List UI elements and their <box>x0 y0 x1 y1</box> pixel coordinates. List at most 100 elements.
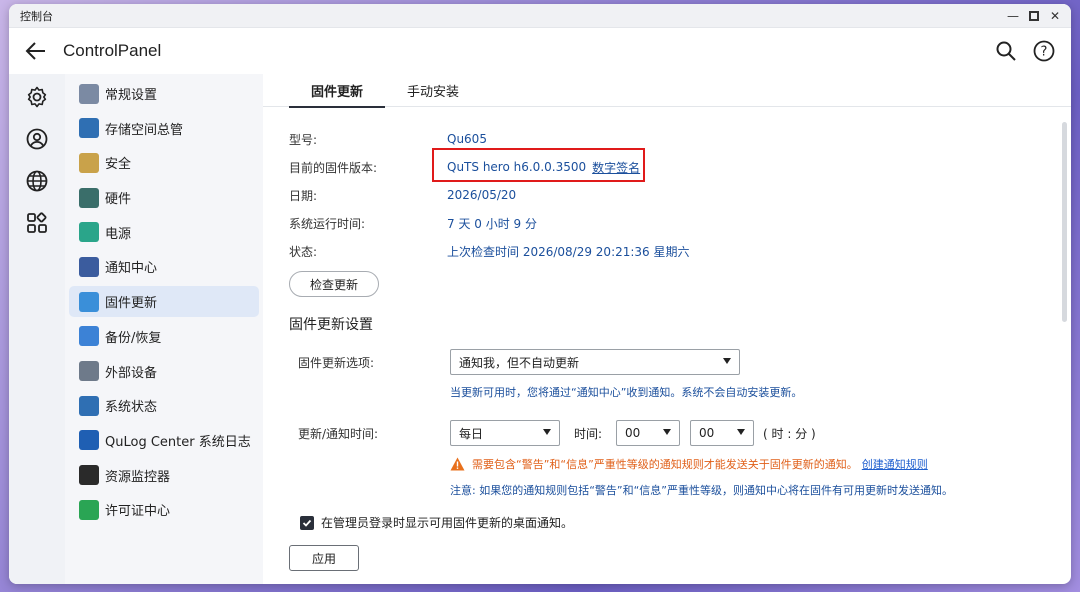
model-value: Qu605 <box>447 132 487 146</box>
rail-network[interactable] <box>9 162 65 204</box>
main-panel: 固件更新 手动安装 型号: Qu605 目前的固件版本: QuTS hero h… <box>263 74 1071 584</box>
rail-applications[interactable] <box>9 204 65 246</box>
hour-select[interactable]: 00 <box>616 420 681 446</box>
nav-item-label: 备份/恢复 <box>105 330 162 346</box>
category-rail <box>9 74 65 584</box>
nav-item[interactable]: 备份/恢复 <box>69 321 259 352</box>
notification-center-icon <box>79 256 99 277</box>
update-option-label: 固件更新选项: <box>298 355 375 370</box>
nav-item[interactable]: 硬件 <box>69 182 259 213</box>
user-circle-icon <box>25 127 49 155</box>
nav-item[interactable]: 固件更新 <box>69 286 259 318</box>
update-option-hint: 当更新可用时，您将通过“通知中心”收到通知。系统不会自动安装更新。 <box>450 386 803 399</box>
date-value: 2026/05/20 <box>447 188 517 202</box>
uptime-row: 系统运行时间: 7 天 0 小时 9 分 <box>289 209 1071 237</box>
dropdown-arrow-icon <box>543 429 551 435</box>
back-arrow-icon[interactable] <box>23 38 49 64</box>
time-format: ( 时 : 分 ) <box>763 426 816 441</box>
hour-value: 00 <box>625 426 641 440</box>
globe-icon <box>25 169 49 197</box>
nav-item[interactable]: 电源 <box>69 217 259 248</box>
nav-item[interactable]: 通知中心 <box>69 251 259 282</box>
nav-item-label: 外部设备 <box>105 365 158 381</box>
nav-item-label: 电源 <box>105 226 132 242</box>
window-title: 控制台 <box>20 9 53 23</box>
nav-item[interactable]: 常规设置 <box>69 78 259 109</box>
firmware-label: 目前的固件版本: <box>289 160 378 175</box>
dropdown-arrow-icon <box>663 429 672 435</box>
warning-text: 需要包含“警告”和“信息”严重性等级的通知规则才能发送关于固件更新的通知。 <box>472 458 858 471</box>
desktop-notify-row: 在管理员登录时显示可用固件更新的桌面通知。 <box>289 514 1071 531</box>
nav-item-label: QuLog Center 系统日志 <box>105 434 251 450</box>
nav-item-label: 固件更新 <box>105 296 158 312</box>
notification-warning: 需要包含“警告”和“信息”严重性等级的通知规则才能发送关于固件更新的通知。 创建… <box>289 456 1071 472</box>
nav-item-label: 存储空间总管 <box>105 122 184 138</box>
nav-item[interactable]: 安全 <box>69 147 259 178</box>
firmware-update-icon <box>79 291 99 312</box>
nav-item-label: 常规设置 <box>105 88 158 103</box>
apps-grid-icon <box>25 211 49 239</box>
hardware-icon <box>79 187 99 208</box>
nav-item[interactable]: 许可证中心 <box>69 494 259 525</box>
nav-item[interactable]: 系统状态 <box>69 390 259 421</box>
control-panel-window: 控制台 — ✕ ControlPanel ? 常规设置 存储空间总管 安全 硬件… <box>9 4 1071 584</box>
status-row: 状态: 上次检查时间 2026/08/29 20:21:36 星期六 <box>289 237 1071 265</box>
nav-item[interactable]: QuLog Center 系统日志 <box>69 425 259 456</box>
notification-note: 注意: 如果您的通知规则包括“警告”和“信息”严重性等级，则通知中心将在固件有可… <box>450 484 953 497</box>
create-rule-link[interactable]: 创建通知规则 <box>862 456 928 472</box>
settings-nav: 常规设置存储空间总管 安全硬件电源通知中心固件更新备份/恢复外部设备系统状态 QuL… <box>65 74 263 584</box>
general-settings-icon <box>79 83 99 104</box>
frequency-value: 每日 <box>459 426 484 441</box>
title-bar: 控制台 — ✕ <box>9 4 1071 28</box>
update-option-select[interactable]: 通知我，但不自动更新 <box>450 349 740 375</box>
tab-manual-install[interactable]: 手动安装 <box>385 74 481 107</box>
frequency-select[interactable]: 每日 <box>450 420 560 446</box>
model-label: 型号: <box>289 132 318 147</box>
nav-item[interactable]: 存储空间总管 <box>69 113 259 144</box>
check-update-button[interactable]: 检查更新 <box>289 271 379 297</box>
lock-icon <box>79 152 99 173</box>
close-button[interactable]: ✕ <box>1047 8 1063 24</box>
nav-item-label: 安全 <box>105 157 132 173</box>
watermark-text: 值 什么值得买 <box>979 565 1068 581</box>
highlight-box <box>432 148 645 182</box>
dropdown-arrow-icon <box>737 429 746 435</box>
nav-item-label: 资源监控器 <box>105 469 171 485</box>
nav-item[interactable]: 外部设备 <box>69 356 259 387</box>
external-device-icon <box>79 361 99 381</box>
gear-icon <box>25 85 49 113</box>
uptime-value: 7 天 0 小时 9 分 <box>447 216 537 231</box>
system-status-icon <box>79 395 99 416</box>
desktop-notify-checkbox[interactable] <box>300 515 314 530</box>
rail-privilege[interactable] <box>9 120 65 162</box>
app-title: ControlPanel <box>63 41 162 60</box>
warning-icon <box>450 457 465 471</box>
firmware-settings-title: 固件更新设置 <box>289 317 373 333</box>
status-label: 状态: <box>289 244 318 259</box>
resource-monitor-icon <box>79 465 99 486</box>
date-label: 日期: <box>289 188 318 203</box>
model-row: 型号: Qu605 <box>289 125 1071 153</box>
power-bulb-icon <box>79 222 99 243</box>
nav-item-label: 系统状态 <box>105 400 158 416</box>
maximize-button[interactable] <box>1026 8 1042 24</box>
minute-select[interactable]: 00 <box>690 420 755 446</box>
update-option-value: 通知我，但不自动更新 <box>459 355 580 370</box>
backup-restore-icon <box>79 326 99 347</box>
time-word: 时间: <box>574 426 603 441</box>
status-value: 上次检查时间 2026/08/29 20:21:36 星期六 <box>447 244 690 259</box>
nav-item[interactable]: 资源监控器 <box>69 460 259 491</box>
firmware-row: 目前的固件版本: QuTS hero h6.0.0.3500 数字签名 <box>289 153 1071 181</box>
dropdown-arrow-icon <box>723 358 731 364</box>
nav-item-label: 硬件 <box>105 192 132 208</box>
update-time-label: 更新/通知时间: <box>298 426 379 441</box>
uptime-label: 系统运行时间: <box>289 216 366 231</box>
desktop-notify-label: 在管理员登录时显示可用固件更新的桌面通知。 <box>321 516 574 530</box>
minute-value: 00 <box>699 426 715 440</box>
rail-system-settings[interactable] <box>9 78 65 120</box>
help-icon[interactable]: ? <box>1031 38 1057 64</box>
search-icon[interactable] <box>993 38 1019 64</box>
tab-firmware-update[interactable]: 固件更新 <box>289 74 386 108</box>
apply-button[interactable]: 应用 <box>289 545 359 571</box>
minimize-button[interactable]: — <box>1005 8 1021 24</box>
